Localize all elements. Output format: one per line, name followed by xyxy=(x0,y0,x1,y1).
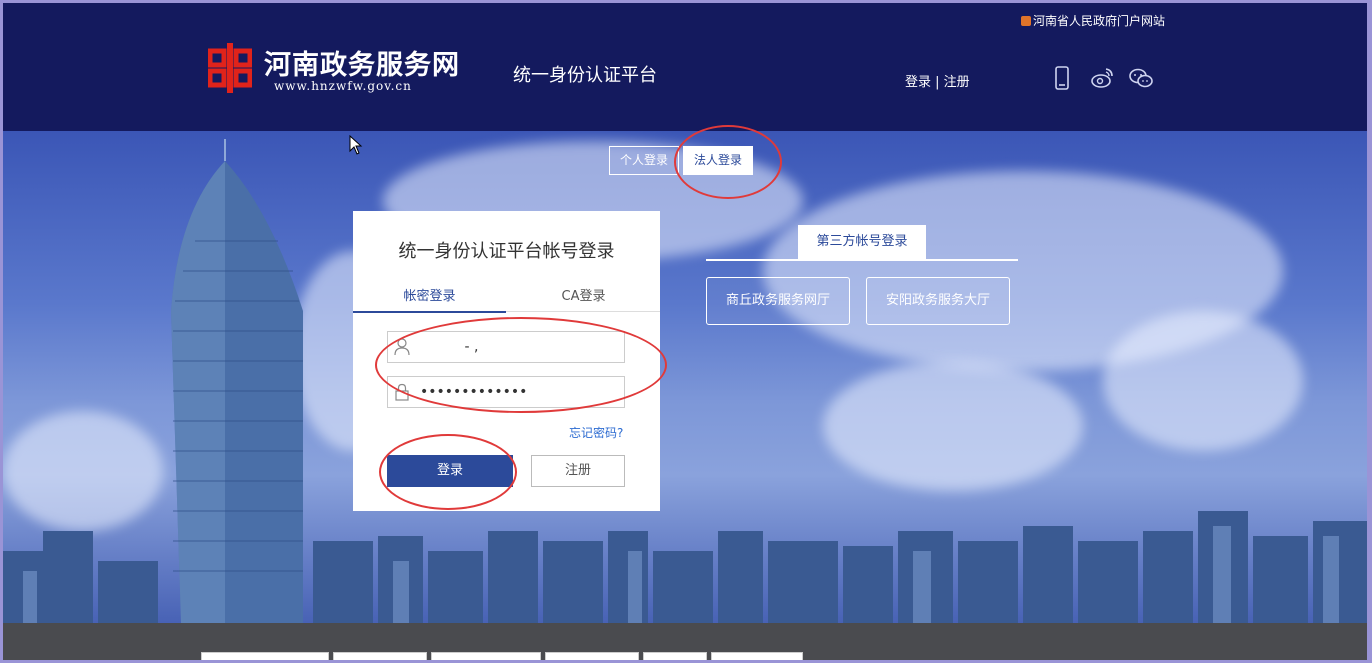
gov-portal-link-label: 河南省人民政府门户网站 xyxy=(1033,14,1166,28)
tab-personal-login[interactable]: 个人登录 xyxy=(609,146,680,175)
password-field[interactable] xyxy=(387,376,625,408)
footer-link-tab[interactable] xyxy=(431,652,541,660)
anyang-service-button[interactable]: 安阳政务服务大厅 xyxy=(866,277,1010,325)
header-login-link[interactable]: 登录 xyxy=(905,75,931,90)
footer-link-tab[interactable] xyxy=(643,652,707,660)
login-button[interactable]: 登录 xyxy=(387,455,513,487)
header-register-link[interactable]: 注册 xyxy=(944,75,970,90)
skyline-illustration xyxy=(3,139,1367,623)
login-type-tabs: 个人登录 法人登录 xyxy=(609,146,754,175)
username-field[interactable] xyxy=(387,331,625,363)
register-button[interactable]: 注册 xyxy=(531,455,625,487)
third-party-login-label: 第三方帐号登录 xyxy=(798,225,926,259)
login-method-tabs: 帐密登录 CA登录 xyxy=(353,281,660,313)
site-logo[interactable]: 河南政务服务网 www.hnzwfw.gov.cn xyxy=(208,41,468,101)
forgot-password-link[interactable]: 忘记密码? xyxy=(569,424,623,441)
logo-text-en: www.hnzwfw.gov.cn xyxy=(274,79,412,93)
third-party-divider xyxy=(706,259,1018,261)
logo-emblem-icon xyxy=(208,43,252,93)
header-auth-links: 登录 | 注册 xyxy=(905,71,970,90)
tab-legal-person-login[interactable]: 法人登录 xyxy=(683,146,754,175)
wechat-icon[interactable] xyxy=(1128,65,1154,91)
weibo-icon[interactable] xyxy=(1089,65,1115,91)
emblem-icon xyxy=(1021,16,1031,26)
footer-link-tab[interactable] xyxy=(201,652,329,660)
gov-portal-link[interactable]: 河南省人民政府门户网站 xyxy=(1021,12,1165,29)
background-image xyxy=(3,131,1367,623)
username-input[interactable] xyxy=(418,335,618,359)
platform-title: 统一身份认证平台 xyxy=(513,65,657,86)
site-header: 河南省人民政府门户网站 河南政务服务网 www.hnzwfw.gov.cn 统一… xyxy=(3,3,1367,131)
separator: | xyxy=(931,75,944,90)
footer-link-tab[interactable] xyxy=(545,652,639,660)
logo-text-cn: 河南政务服务网 xyxy=(264,50,460,81)
password-input[interactable] xyxy=(418,380,618,404)
mouse-cursor-icon xyxy=(349,135,363,155)
mobile-icon[interactable] xyxy=(1049,65,1075,91)
login-card: 统一身份认证平台帐号登录 帐密登录 CA登录 忘记密码? 登录 注册 xyxy=(353,211,660,511)
footer-link-tab[interactable] xyxy=(711,652,803,660)
browser-viewport: 河南省人民政府门户网站 河南政务服务网 www.hnzwfw.gov.cn 统一… xyxy=(3,3,1367,660)
tab-ca-login[interactable]: CA登录 xyxy=(507,285,660,311)
login-card-title: 统一身份认证平台帐号登录 xyxy=(398,241,615,262)
shangqiu-service-button[interactable]: 商丘政务服务网厅 xyxy=(706,277,850,325)
lock-icon xyxy=(395,383,409,401)
user-icon xyxy=(394,338,410,356)
footer-link-tab[interactable] xyxy=(333,652,427,660)
tab-password-login[interactable]: 帐密登录 xyxy=(353,285,506,313)
